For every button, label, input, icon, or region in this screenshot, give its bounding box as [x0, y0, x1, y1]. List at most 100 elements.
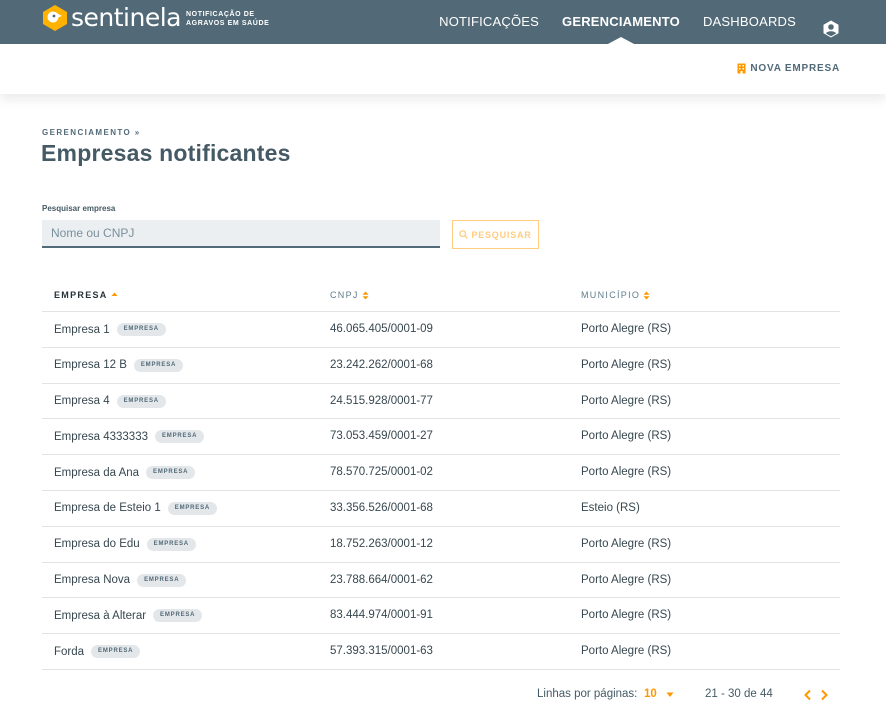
- search-button-label: PESQUISAR: [471, 229, 532, 240]
- table-row[interactable]: Empresa 4333333 EMPRESA 73.053.459/0001-2…: [42, 419, 840, 456]
- company-name-cell: Empresa 4333333 EMPRESA: [54, 430, 205, 444]
- cnpj-cell: 46.065.405/0001-09: [330, 323, 433, 335]
- company-name: Empresa 4: [54, 395, 110, 408]
- city-cell: Porto Alegre (RS): [581, 537, 672, 550]
- table-row[interactable]: Empresa 4 EMPRESA 24.515.928/0001-77 Port…: [42, 384, 840, 420]
- company-name-cell: Empresa 1 EMPRESA: [54, 323, 166, 336]
- company-name: Empresa 1: [54, 323, 110, 336]
- nav-item-dashboards[interactable]: DASHBOARDS: [703, 0, 796, 44]
- page-range: 21 - 30 de 44: [705, 688, 773, 700]
- table-row[interactable]: Empresa do Edu EMPRESA 18.752.263/0001-12…: [42, 527, 840, 563]
- logo-text: sentinela: [71, 3, 182, 32]
- breadcrumb[interactable]: GERENCIAMENTO »: [42, 128, 141, 137]
- search-input[interactable]: [42, 220, 440, 248]
- company-name-cell: Empresa 12 B EMPRESA: [54, 358, 184, 372]
- sort-both-icon: [362, 291, 369, 299]
- company-type-badge: EMPRESA: [154, 430, 205, 444]
- logo-tagline: Notificação de agravos em saúde: [186, 11, 270, 27]
- rows-per-page-select[interactable]: 10: [644, 688, 657, 700]
- company-name: Empresa à Alterar: [54, 609, 147, 622]
- search-button[interactable]: PESQUISAR: [452, 220, 539, 249]
- company-type-badge: EMPRESA: [167, 501, 218, 515]
- company-name: Empresa do Edu: [54, 538, 140, 551]
- cnpj-cell: 23.242.262/0001-68: [330, 358, 433, 371]
- top-navbar: sentinela Notificação de agravos em saúd…: [0, 0, 886, 45]
- new-company-label: NOVA EMPRESA: [750, 63, 840, 74]
- table-row[interactable]: Empresa 12 B EMPRESA 23.242.262/0001-68 P…: [42, 348, 840, 384]
- column-header-municipio[interactable]: MUNICÍPIO: [581, 290, 650, 300]
- city-cell: Esteio (RS): [581, 501, 640, 514]
- table-row[interactable]: Forda EMPRESA 57.393.315/0001-63 Porto Al…: [42, 634, 840, 670]
- city-cell: Porto Alegre (RS): [581, 573, 672, 586]
- city-cell: Porto Alegre (RS): [581, 466, 672, 479]
- pagination: Linhas por páginas: 10 21 - 30 de 44: [0, 688, 886, 704]
- nav-item-gerenciamento[interactable]: GERENCIAMENTO: [562, 0, 680, 45]
- city-cell: Porto Alegre (RS): [581, 394, 672, 407]
- logo[interactable]: sentinela: [42, 3, 182, 32]
- cnpj-cell: 78.570.725/0001-02: [330, 466, 433, 479]
- table-row[interactable]: Empresa de Esteio 1 EMPRESA 33.356.526/00…: [42, 491, 840, 527]
- nav-item-notificacoes[interactable]: NOTIFICAÇÕES: [439, 0, 539, 44]
- cnpj-cell: 83.444.974/0001-91: [330, 609, 433, 622]
- cnpj-cell: 73.053.459/0001-27: [330, 430, 433, 443]
- company-type-badge: EMPRESA: [116, 323, 166, 336]
- company-name-cell: Empresa 4 EMPRESA: [54, 394, 166, 408]
- company-name: Forda: [54, 645, 85, 658]
- sub-header: NOVA EMPRESA: [0, 44, 886, 94]
- caret-down-icon[interactable]: [666, 692, 674, 698]
- company-type-badge: EMPRESA: [116, 394, 166, 408]
- city-cell: Porto Alegre (RS): [581, 323, 672, 335]
- company-type-badge: EMPRESA: [91, 645, 141, 659]
- city-cell: Porto Alegre (RS): [581, 645, 672, 658]
- chevron-right-icon[interactable]: [819, 689, 829, 701]
- nav-item-label: DASHBOARDS: [702, 14, 796, 29]
- user-hexagon-icon[interactable]: [822, 20, 840, 38]
- table-row[interactable]: Empresa à Alterar EMPRESA 83.444.974/0001…: [42, 598, 840, 635]
- cnpj-cell: 23.788.664/0001-62: [330, 573, 433, 586]
- column-header-label: MUNICÍPIO: [581, 290, 641, 300]
- new-company-button[interactable]: NOVA EMPRESA: [737, 63, 840, 74]
- main-nav: NOTIFICAÇÕES GERENCIAMENTO DASHBOARDS: [416, 0, 840, 45]
- search-label: Pesquisar empresa: [42, 204, 116, 213]
- nav-item-label: NOTIFICAÇÕES: [439, 14, 540, 29]
- column-header-label: CNPJ: [330, 290, 359, 300]
- sort-asc-icon: [111, 292, 118, 296]
- column-header-cnpj[interactable]: CNPJ: [330, 290, 369, 300]
- company-type-badge: EMPRESA: [146, 466, 196, 480]
- column-header-label: EMPRESA: [54, 290, 108, 300]
- company-type-badge: EMPRESA: [137, 573, 187, 587]
- companies-table: EMPRESA CNPJ MUNICÍPIO Empresa 1 EMPRESA …: [42, 280, 840, 670]
- table-header: EMPRESA CNPJ MUNICÍPIO: [42, 280, 840, 312]
- page-title: Empresas notificantes: [41, 140, 291, 166]
- cnpj-cell: 18.752.263/0001-12: [330, 537, 433, 550]
- city-cell: Porto Alegre (RS): [581, 430, 672, 443]
- company-name: Empresa 12 B: [54, 359, 127, 372]
- city-cell: Porto Alegre (RS): [581, 609, 672, 622]
- rows-per-page-label: Linhas por páginas:: [537, 688, 638, 700]
- company-name-cell: Empresa de Esteio 1 EMPRESA: [54, 501, 218, 515]
- company-name-cell: Empresa à Alterar EMPRESA: [54, 609, 203, 623]
- search-icon: [459, 230, 469, 239]
- cnpj-cell: 57.393.315/0001-63: [330, 645, 433, 658]
- company-name-cell: Empresa Nova EMPRESA: [54, 573, 187, 587]
- company-name-cell: Empresa do Edu EMPRESA: [54, 537, 196, 551]
- company-name-cell: Forda EMPRESA: [54, 645, 141, 659]
- company-type-badge: EMPRESA: [153, 609, 203, 623]
- company-name: Empresa 4333333: [54, 430, 148, 443]
- company-name: Empresa da Ana: [54, 466, 140, 479]
- table-row[interactable]: Empresa Nova EMPRESA 23.788.664/0001-62 P…: [42, 563, 840, 599]
- building-icon: [737, 63, 746, 74]
- city-cell: Porto Alegre (RS): [581, 358, 672, 371]
- company-name: Empresa Nova: [54, 574, 131, 587]
- nav-item-label: GERENCIAMENTO: [562, 14, 680, 29]
- table-row[interactable]: Empresa 1 EMPRESA 46.065.405/0001-09 Port…: [42, 312, 840, 348]
- table-row[interactable]: Empresa da Ana EMPRESA 78.570.725/0001-02…: [42, 455, 840, 491]
- company-type-badge: EMPRESA: [146, 537, 196, 551]
- company-type-badge: EMPRESA: [133, 358, 184, 372]
- sort-both-icon: [643, 291, 650, 299]
- column-header-empresa[interactable]: EMPRESA: [54, 290, 118, 300]
- company-name-cell: Empresa da Ana EMPRESA: [54, 466, 196, 480]
- company-name: Empresa de Esteio 1: [54, 502, 161, 515]
- chevron-left-icon[interactable]: [803, 689, 813, 701]
- cnpj-cell: 24.515.928/0001-77: [330, 394, 433, 407]
